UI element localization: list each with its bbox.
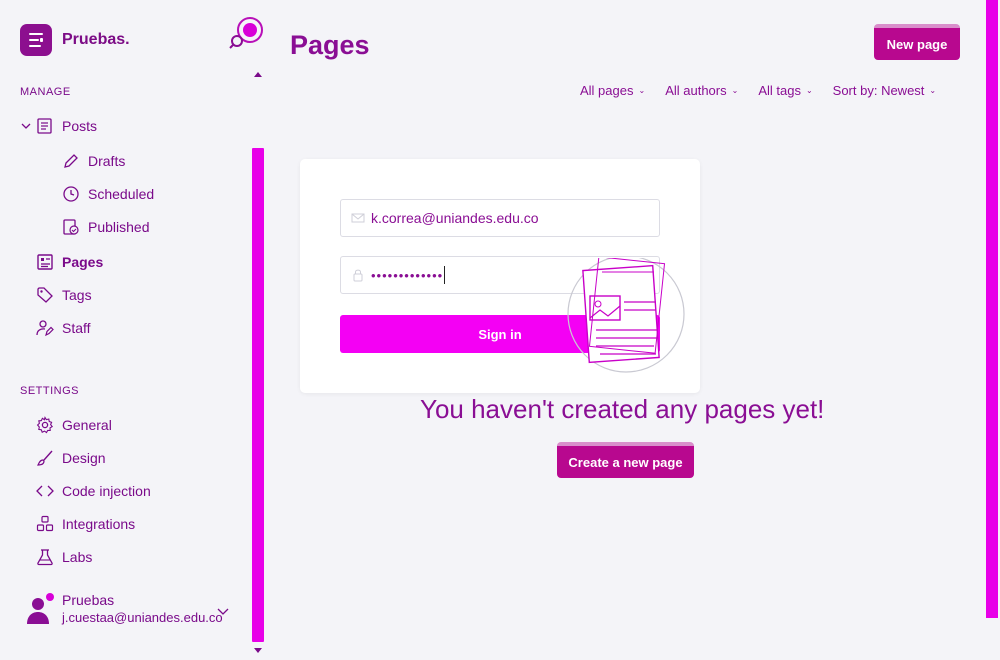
user-name: Pruebas [62,592,115,608]
envelope-icon [351,213,365,223]
sidebar-item-scheduled[interactable]: Scheduled [62,182,154,206]
sidebar-item-drafts[interactable]: Drafts [62,149,125,173]
filter-label: All authors [665,83,727,98]
new-page-button[interactable]: New page [874,24,960,60]
sidebar-item-label: General [62,417,112,433]
sidebar-item-code-injection[interactable]: Code injection [36,479,151,503]
sidebar-item-label: Posts [62,118,98,134]
sidebar-scrollbar[interactable] [252,148,264,642]
clock-icon [63,186,79,202]
chevron-down-icon: ⌄ [731,86,739,95]
page-title: Pages [290,30,370,60]
sidebar-item-design[interactable]: Design [36,446,106,470]
brush-icon [37,450,53,466]
sidebar-item-label: Integrations [62,516,136,532]
sidebar-item-staff[interactable]: Staff [36,316,91,340]
brand-name: Pruebas. [62,31,130,48]
sidebar-item-label: Labs [62,549,93,565]
sidebar-item-label: Code injection [62,483,151,499]
sidebar-item-label: Pages [62,254,104,270]
pencil-icon [64,154,78,168]
avatar [27,593,54,624]
sidebar-scroll-up[interactable] [254,72,262,77]
chevron-down-icon: ⌄ [805,86,813,95]
brand[interactable]: Pruebas. [20,24,130,56]
sidebar-item-label: Design [62,450,106,466]
flask-icon [37,549,53,566]
email-value: k.correa@uniandes.edu.co [371,210,539,226]
empty-pages-illustration [567,258,685,373]
user-email: j.cuestaa@uniandes.edu.co [62,610,223,625]
filter-all-authors[interactable]: All authors ⌄ [665,83,738,98]
filter-sort[interactable]: Sort by: Newest ⌄ [833,83,936,98]
email-field[interactable]: k.correa@uniandes.edu.co [340,199,660,237]
sidebar-item-label: Published [88,219,150,235]
sidebar-scroll-down[interactable] [254,648,262,653]
filter-bar: All pages ⌄ All authors ⌄ All tags ⌄ Sort b… [580,83,956,98]
text-cursor [444,266,446,284]
chevron-down-icon[interactable] [216,606,230,616]
user-info: Pruebas j.cuestaa@uniandes.edu.co [62,592,223,625]
password-value: ••••••••••••• [371,267,444,283]
sidebar-item-published[interactable]: Published [62,215,150,239]
gear-icon [36,416,54,434]
sidebar-item-label: Drafts [88,153,126,169]
sidebar-item-posts[interactable]: Posts [36,114,97,138]
brand-logo [20,24,52,56]
empty-state-message: You haven't created any pages yet! [420,394,825,424]
filter-label: All tags [758,83,801,98]
sidebar-item-label: Staff [62,320,91,336]
integrations-icon [36,515,54,532]
filter-all-pages[interactable]: All pages ⌄ [580,83,645,98]
sidebar-item-tags[interactable]: Tags [36,283,92,307]
chevron-down-icon: ⌄ [929,86,937,95]
sidebar-item-label: Tags [62,287,92,303]
published-icon [63,219,79,235]
settings-section-title: SETTINGS [20,385,80,397]
sidebar-item-general[interactable]: General [36,413,112,437]
user-menu[interactable]: Pruebas j.cuestaa@uniandes.edu.co [24,592,223,626]
chevron-down-icon[interactable] [20,120,32,132]
manage-section-title: MANAGE [20,86,71,98]
pages-icon [37,254,53,270]
filter-label: Sort by: Newest [832,83,925,98]
chevron-down-icon: ⌄ [638,86,646,95]
lock-icon [353,269,363,282]
filter-label: All pages [580,83,634,98]
filter-all-tags[interactable]: All tags ⌄ [758,83,812,98]
tag-icon [37,287,53,303]
code-icon [36,485,54,497]
sidebar-item-label: Scheduled [88,186,155,202]
logo-icon [29,33,43,47]
create-page-button[interactable]: Create a new page [557,442,694,478]
posts-icon [37,118,52,134]
main-scrollbar[interactable] [986,0,998,618]
sidebar-item-integrations[interactable]: Integrations [36,512,135,536]
staff-icon [36,320,54,337]
search-icon[interactable] [228,14,268,54]
sidebar: Pruebas. MANAGE Posts Drafts Scheduled P… [0,0,268,660]
sidebar-item-pages[interactable]: Pages [36,250,103,274]
sidebar-item-labs[interactable]: Labs [36,545,92,569]
